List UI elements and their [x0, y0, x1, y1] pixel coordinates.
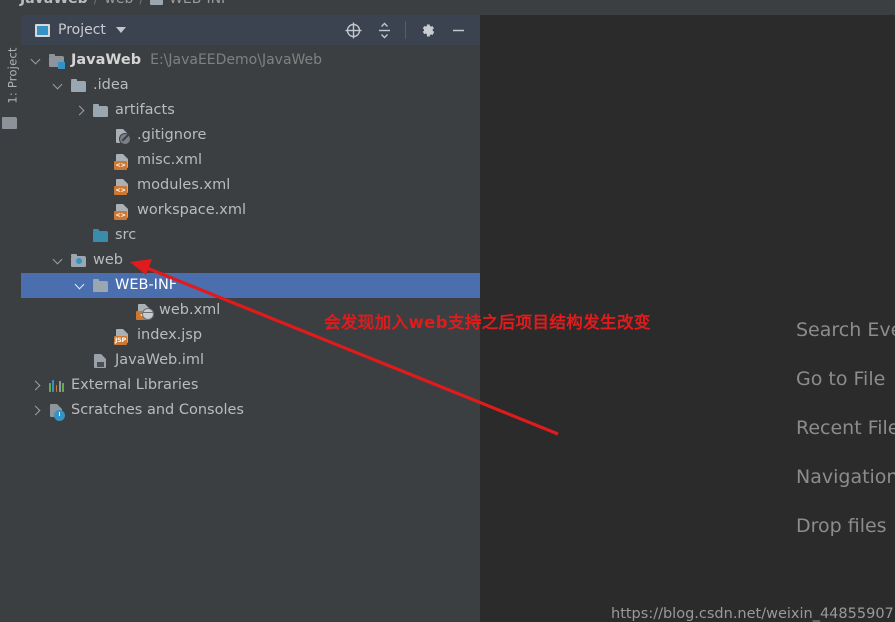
tree-row[interactable]: .gitignore	[21, 123, 480, 148]
empty-editor-hints: Search Eve Go to File Recent File Navigatio…	[796, 305, 895, 550]
tree-row-label: .gitignore	[137, 126, 207, 143]
tree-row-label: artifacts	[115, 101, 175, 118]
breadcrumb-separator: /	[94, 0, 99, 7]
folder-icon	[70, 78, 87, 94]
tree-row[interactable]: External Libraries	[21, 373, 480, 398]
project-panel-header: Project	[21, 15, 480, 45]
tree-row-label: JavaWeb.iml	[115, 351, 205, 368]
xml-file-icon: <>	[114, 178, 131, 195]
breadcrumb-item-0[interactable]: JavaWeb	[20, 0, 88, 7]
project-icon	[35, 23, 50, 37]
libraries-icon	[48, 378, 65, 394]
tree-row[interactable]: <> modules.xml	[21, 173, 480, 198]
iml-file-icon	[92, 353, 109, 369]
tree-row[interactable]: Scratches and Consoles	[21, 398, 480, 423]
folder-icon	[92, 103, 109, 119]
sidebar-item-project[interactable]: 1: Project	[2, 31, 23, 121]
tree-row[interactable]: <> workspace.xml	[21, 198, 480, 223]
tree-row-label: web.xml	[159, 301, 221, 318]
tree-row[interactable]: src	[21, 223, 480, 248]
breadcrumb-separator: /	[139, 0, 144, 7]
editor-hint-label: Recent File	[796, 416, 895, 439]
twisty-placeholder	[97, 155, 108, 166]
tree-row-path: E:\JavaEEDemo\JavaWeb	[150, 51, 323, 68]
collapse-all-icon[interactable]	[370, 17, 398, 43]
panel-action-bar	[339, 15, 472, 45]
tree-row-label: WEB-INF	[115, 276, 178, 293]
editor-hint-label: Navigation	[796, 465, 895, 488]
tree-row[interactable]: <> misc.xml	[21, 148, 480, 173]
breadcrumb-item-2[interactable]: WEB-INF	[169, 0, 229, 7]
toolbar-divider	[405, 21, 406, 39]
web-folder-icon	[70, 253, 87, 269]
twisty-placeholder	[75, 230, 86, 241]
tree-row[interactable]: WEB-INF	[21, 273, 534, 298]
tree-row[interactable]: artifacts	[21, 98, 480, 123]
tree-row[interactable]: .idea	[21, 73, 480, 98]
chevron-down-icon[interactable]	[75, 280, 86, 291]
breadcrumb-item-1[interactable]: web	[104, 0, 133, 7]
page-title: Project	[58, 22, 106, 38]
hide-panel-icon[interactable]	[444, 17, 472, 43]
folder-icon[interactable]	[2, 117, 17, 129]
module-folder-icon	[48, 53, 65, 69]
chevron-right-icon[interactable]	[31, 380, 42, 391]
tree-row[interactable]: JavaWeb E:\JavaEEDemo\JavaWeb	[21, 48, 480, 73]
chevron-down-icon[interactable]	[31, 55, 42, 66]
tool-window-strip: 1: Project	[0, 15, 22, 622]
tree-row-label: index.jsp	[137, 326, 203, 343]
chevron-right-icon[interactable]	[75, 105, 86, 116]
editor-hint-label: Search Eve	[796, 318, 895, 341]
tree-row-label: web	[93, 251, 123, 268]
tree-row-label: modules.xml	[137, 176, 231, 193]
annotation-text: 会发现加入web支持之后项目结构发生改变	[324, 313, 651, 332]
twisty-placeholder	[97, 330, 108, 341]
editor-hint-row: Drop files	[796, 501, 895, 550]
twisty-placeholder	[97, 130, 108, 141]
twisty-placeholder	[97, 205, 108, 216]
gear-icon[interactable]	[413, 17, 441, 43]
folder-icon	[150, 0, 164, 5]
tree-row[interactable]: JavaWeb.iml	[21, 348, 480, 373]
gitignore-file-icon	[114, 128, 131, 145]
chevron-down-icon[interactable]	[115, 27, 126, 33]
jsp-file-icon: JSP	[114, 328, 131, 345]
web-xml-file-icon: <	[136, 303, 154, 320]
editor-hint-row: Recent File	[796, 403, 895, 452]
xml-file-icon: <>	[114, 153, 131, 170]
tree-row-label: .idea	[93, 76, 129, 93]
tree-row[interactable]: web	[21, 248, 480, 273]
source-folder-icon	[92, 228, 109, 244]
editor-hint-label: Drop files	[796, 514, 887, 537]
chevron-down-icon[interactable]	[53, 255, 64, 266]
chevron-down-icon[interactable]	[53, 80, 64, 91]
tree-row-label: misc.xml	[137, 151, 203, 168]
scratches-icon	[48, 403, 65, 421]
twisty-placeholder	[75, 355, 86, 366]
breadcrumb: JavaWeb / web / WEB-INF	[20, 0, 229, 7]
xml-file-icon: <>	[114, 203, 131, 220]
watermark-url: https://blog.csdn.net/weixin_44855907	[611, 606, 894, 622]
breadcrumb-bar: JavaWeb / web / WEB-INF	[0, 0, 895, 15]
editor-hint-row: Go to File	[796, 354, 895, 403]
twisty-placeholder	[97, 180, 108, 191]
tree-row-label: External Libraries	[71, 376, 199, 393]
tree-row-label: JavaWeb	[71, 51, 142, 68]
editor-hint-row: Search Eve	[796, 305, 895, 354]
editor-hint-row: Navigation	[796, 452, 895, 501]
twisty-placeholder	[119, 305, 130, 316]
folder-icon	[92, 278, 109, 294]
editor-hint-label: Go to File	[796, 367, 886, 390]
tree-row-label: src	[115, 226, 137, 243]
project-tree[interactable]: JavaWeb E:\JavaEEDemo\JavaWeb .idea artifac…	[21, 45, 534, 423]
tree-row-label: Scratches and Consoles	[71, 401, 244, 418]
project-view-selector[interactable]: Project	[35, 22, 126, 38]
chevron-right-icon[interactable]	[31, 405, 42, 416]
tree-row-label: workspace.xml	[137, 201, 246, 218]
scroll-from-source-icon[interactable]	[339, 17, 367, 43]
